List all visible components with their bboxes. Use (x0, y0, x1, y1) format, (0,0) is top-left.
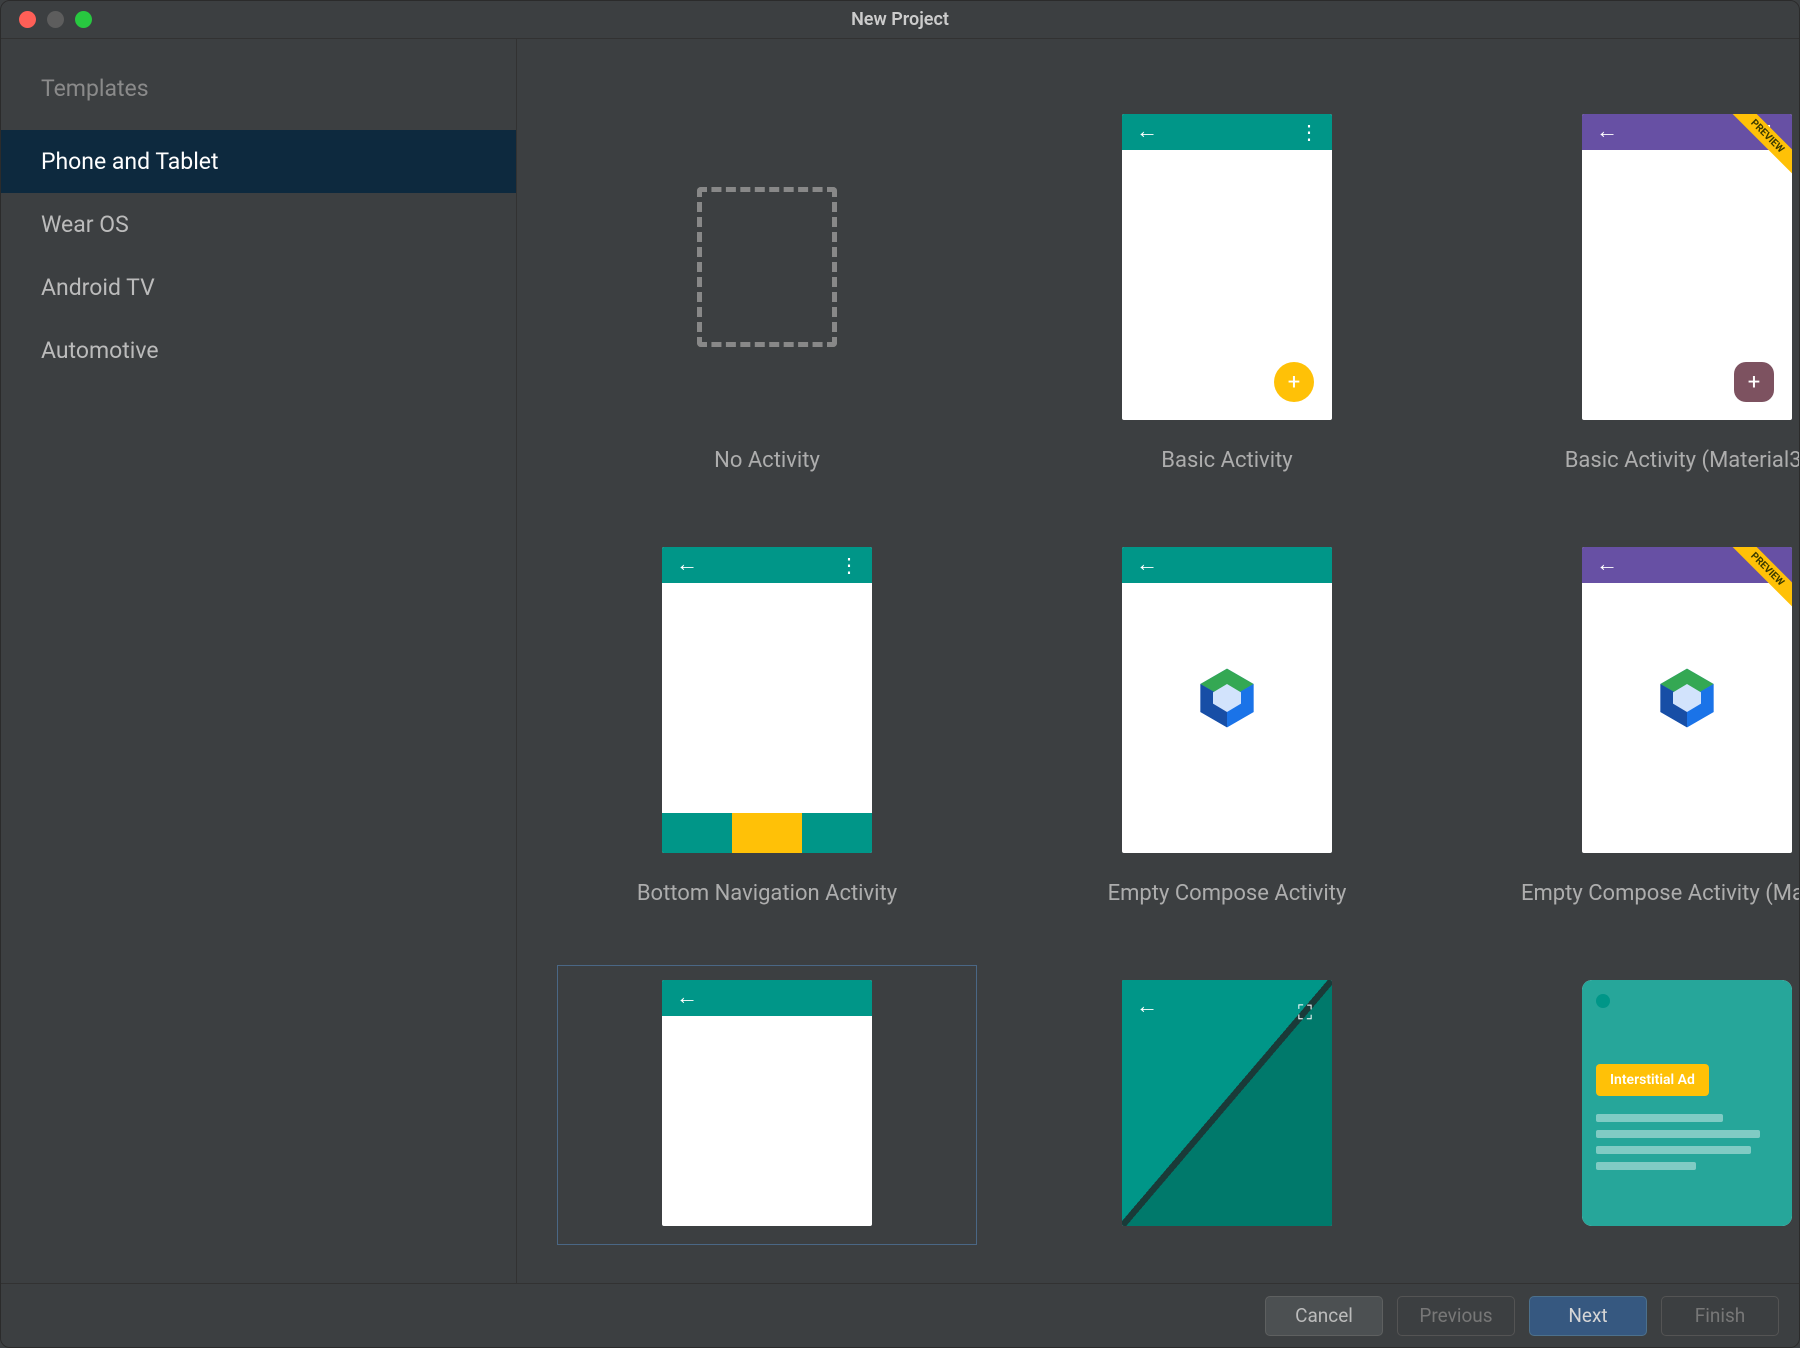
fab-icon: + (1734, 362, 1774, 402)
close-window-icon[interactable] (19, 11, 36, 28)
next-button[interactable]: Next (1529, 1296, 1647, 1336)
template-grid: No Activity ← ⋮ + Basic Activity (557, 99, 1759, 1245)
template-card-interstitial-ad[interactable]: Interstitial Ad (1477, 965, 1799, 1245)
bottom-nav (662, 813, 872, 853)
dot-icon (1596, 994, 1610, 1008)
template-card-empty-compose-m3[interactable]: ← PREVIEW Emp (1477, 532, 1799, 925)
back-arrow-icon: ← (676, 554, 698, 576)
maximize-window-icon[interactable] (75, 11, 92, 28)
previous-button: Previous (1397, 1296, 1515, 1336)
sidebar-header: Templates (1, 75, 516, 130)
finish-button: Finish (1661, 1296, 1779, 1336)
template-label: Basic Activity (1161, 448, 1292, 473)
sidebar-item-automotive[interactable]: Automotive (1, 319, 516, 382)
thumbnail: ← ⋮ + (1122, 114, 1332, 420)
template-card-basic-activity-m3[interactable]: ← ⋮ PREVIEW + Basic Activity (Material3) (1477, 99, 1799, 492)
overflow-menu-icon: ⋮ (1299, 122, 1318, 142)
thumbnail: ← ⛶ (1122, 980, 1332, 1226)
template-card-no-activity[interactable]: No Activity (557, 99, 977, 492)
footer: Cancel Previous Next Finish (1, 1283, 1799, 1347)
thumbnail: ← ⋮ (662, 547, 872, 853)
window-title: New Project (851, 9, 949, 30)
new-project-window: New Project Templates Phone and Tablet W… (0, 0, 1800, 1348)
thumbnail: ← ⋮ PREVIEW + (1582, 114, 1792, 420)
template-card-basic-activity[interactable]: ← ⋮ + Basic Activity (1017, 99, 1437, 492)
back-arrow-icon: ← (1136, 121, 1158, 143)
back-arrow-icon: ← (1136, 996, 1158, 1018)
template-card-empty-activity[interactable]: ← (557, 965, 977, 1245)
dashed-rect-icon (697, 187, 837, 347)
compose-logo-icon (1192, 663, 1262, 737)
sidebar-item-android-tv[interactable]: Android TV (1, 256, 516, 319)
appbar: ← ⋮ (662, 547, 872, 583)
sidebar: Templates Phone and Tablet Wear OS Andro… (1, 39, 517, 1283)
fab-icon: + (1274, 362, 1314, 402)
ad-button: Interstitial Ad (1596, 1064, 1709, 1096)
back-arrow-icon: ← (676, 987, 698, 1009)
template-label: Basic Activity (Material3) (1565, 448, 1799, 473)
fullscreen-icon: ⛶ (1298, 1000, 1312, 1024)
template-label: Empty Compose Activity (Materi... (1521, 881, 1799, 906)
thumbnail: ← PREVIEW (1582, 547, 1792, 853)
template-grid-container[interactable]: No Activity ← ⋮ + Basic Activity (517, 39, 1799, 1283)
template-label: Bottom Navigation Activity (637, 881, 897, 906)
template-card-empty-compose[interactable]: ← Empty Compose Activity (1017, 532, 1437, 925)
cancel-button[interactable]: Cancel (1265, 1296, 1383, 1336)
back-arrow-icon: ← (1596, 121, 1618, 143)
sidebar-item-phone-tablet[interactable]: Phone and Tablet (1, 130, 516, 193)
thumbnail: ← (1122, 547, 1332, 853)
back-arrow-icon: ← (1596, 554, 1618, 576)
appbar: ← (1122, 547, 1332, 583)
appbar: ← ⋮ (1122, 114, 1332, 150)
sidebar-item-wear-os[interactable]: Wear OS (1, 193, 516, 256)
template-card-bottom-navigation[interactable]: ← ⋮ Bottom Navigation Activity (557, 532, 977, 925)
appbar: ← (662, 980, 872, 1016)
compose-logo-icon (1652, 663, 1722, 737)
template-label: No Activity (714, 448, 820, 473)
back-arrow-icon: ← (1136, 554, 1158, 576)
body: Templates Phone and Tablet Wear OS Andro… (1, 39, 1799, 1283)
titlebar: New Project (1, 1, 1799, 39)
template-label: Empty Compose Activity (1108, 881, 1347, 906)
template-card-fullscreen[interactable]: ← ⛶ (1017, 965, 1437, 1245)
overflow-menu-icon: ⋮ (839, 555, 858, 575)
minimize-window-icon[interactable] (47, 11, 64, 28)
thumbnail: Interstitial Ad (1582, 980, 1792, 1226)
traffic-lights (1, 11, 92, 28)
thumbnail (662, 114, 872, 420)
thumbnail: ← (662, 980, 872, 1226)
